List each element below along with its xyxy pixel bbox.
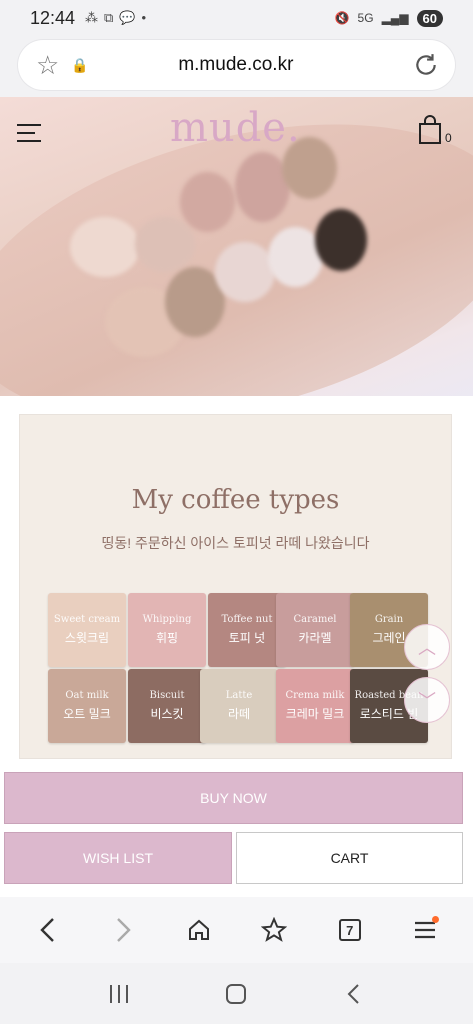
back-chevron-icon xyxy=(347,983,359,1004)
scroll-down-button[interactable]: ﹀ xyxy=(404,677,450,723)
chevron-up-icon: ︿ xyxy=(418,638,436,658)
web-page: mude. 0 My coffee types 띵동! 주문하신 아이스 토피넛… xyxy=(0,97,473,897)
bookmark-star-icon[interactable]: ☆ xyxy=(36,50,59,81)
shade-name-kr: 비스킷 xyxy=(150,707,184,721)
back-button[interactable] xyxy=(28,910,68,950)
menu-icon[interactable] xyxy=(17,124,41,142)
talk-icon: 💬 xyxy=(119,10,136,25)
dot-icon: • xyxy=(141,10,147,25)
signal-icon: ▂▄▆ xyxy=(381,11,409,25)
bookmarks-star-icon xyxy=(261,917,288,942)
swatch-mark xyxy=(180,172,235,232)
shade-name-en: Grain xyxy=(374,614,404,625)
system-nav-bar xyxy=(0,963,473,1024)
status-time: 12:44 xyxy=(30,7,76,28)
tabs-button[interactable]: 7 xyxy=(330,910,370,950)
product-section-title: My coffee types xyxy=(131,485,340,515)
tab-count: 7 xyxy=(338,919,361,941)
recent-apps-button[interactable] xyxy=(99,974,139,1014)
cart-count: 0 xyxy=(445,131,452,145)
browser-toolbar: 7 xyxy=(0,897,473,963)
status-bar: 12:44 ⁂ ⧉ 💬 • 🔇 5G ▂▄▆ 60 xyxy=(0,0,473,36)
scroll-up-button[interactable]: ︿ xyxy=(404,624,450,670)
shade-name-kr: 라떼 xyxy=(227,707,251,721)
shade-pan: Latte 라떼 xyxy=(200,669,278,743)
shade-name-kr: 그레인 xyxy=(372,631,406,645)
bookmarks-button[interactable] xyxy=(254,910,294,950)
shade-name-kr: 카라멜 xyxy=(298,631,332,645)
grid-icon: ⁂ xyxy=(85,10,99,25)
home-nav-button[interactable] xyxy=(216,974,256,1014)
notification-dot xyxy=(432,916,440,923)
battery-level: 60 xyxy=(416,9,443,27)
shade-pan: Oat milk 오트 밀크 xyxy=(48,669,126,743)
menu-button[interactable] xyxy=(405,910,445,950)
shade-name-en: Oat milk xyxy=(65,690,109,701)
reload-icon[interactable] xyxy=(413,52,439,78)
chevron-left-icon xyxy=(40,918,54,942)
shade-name-kr: 휘핑 xyxy=(155,631,179,645)
shade-name-en: Caramel xyxy=(293,614,337,625)
shade-name-kr: 스윗크림 xyxy=(64,631,110,645)
shade-pan: Caramel 카라멜 xyxy=(276,593,354,667)
product-section-subtitle: 띵동! 주문하신 아이스 토피넛 라떼 나왔습니다 xyxy=(101,535,370,551)
shade-name-kr: 크레마 밀크 xyxy=(285,707,345,721)
shade-pan: Biscuit 비스킷 xyxy=(128,669,206,743)
url-bar[interactable]: ☆ 🔒 m.mude.co.kr xyxy=(18,40,455,90)
hero-swatch-image: mude. 0 xyxy=(0,97,473,396)
shade-pan: Sweet cream 스윗크림 xyxy=(48,593,126,667)
home-square-icon xyxy=(226,983,247,1004)
shade-name-en: Biscuit xyxy=(149,690,185,701)
shade-name-en: Toffee nut xyxy=(221,614,273,625)
chevron-down-icon: ﹀ xyxy=(418,691,436,711)
url-text[interactable]: m.mude.co.kr xyxy=(59,54,413,76)
swatch-mark xyxy=(135,217,195,272)
recent-apps-icon xyxy=(109,984,128,1003)
status-notification-icons: ⁂ ⧉ 💬 • xyxy=(85,10,146,26)
swatch-mark xyxy=(70,217,140,277)
shade-name-en: Crema milk xyxy=(285,690,345,701)
swatch-mark xyxy=(315,209,367,271)
mute-icon: 🔇 xyxy=(334,11,350,25)
buy-now-button[interactable]: BUY NOW xyxy=(4,772,463,824)
product-detail-image: My coffee types 띵동! 주문하신 아이스 토피넛 라떼 나왔습니… xyxy=(19,414,452,759)
shade-name-kr: 토피 넛 xyxy=(228,631,266,645)
status-system-icons: 🔇 5G ▂▄▆ 60 xyxy=(334,9,443,27)
chevron-right-icon xyxy=(117,918,131,942)
screenshot-icon: ⧉ xyxy=(104,10,114,25)
swatch-mark xyxy=(215,242,275,302)
shade-name-en: Latte xyxy=(225,690,253,701)
home-icon xyxy=(188,919,209,940)
shade-pan: Crema milk 크레마 밀크 xyxy=(276,669,354,743)
shade-name-kr: 오트 밀크 xyxy=(63,707,111,721)
shade-name-en: Whipping xyxy=(142,614,192,625)
shade-pan: Toffee nut 토피 넛 xyxy=(208,593,286,667)
shopping-bag-icon[interactable] xyxy=(418,115,442,145)
shade-pan: Whipping 휘핑 xyxy=(128,593,206,667)
network-label: 5G xyxy=(357,11,374,25)
forward-button[interactable] xyxy=(103,910,143,950)
menu-icon xyxy=(415,921,436,939)
add-to-cart-button[interactable]: CART xyxy=(236,832,463,884)
eyeshadow-palette: Sweet cream 스윗크림 Whipping 휘핑 Toffee nut … xyxy=(48,593,428,753)
shade-name-en: Sweet cream xyxy=(53,614,121,625)
wish-list-button[interactable]: WISH LIST xyxy=(4,832,232,884)
back-nav-button[interactable] xyxy=(334,974,374,1014)
brand-logo[interactable]: mude. xyxy=(170,105,301,151)
home-button[interactable] xyxy=(179,910,219,950)
